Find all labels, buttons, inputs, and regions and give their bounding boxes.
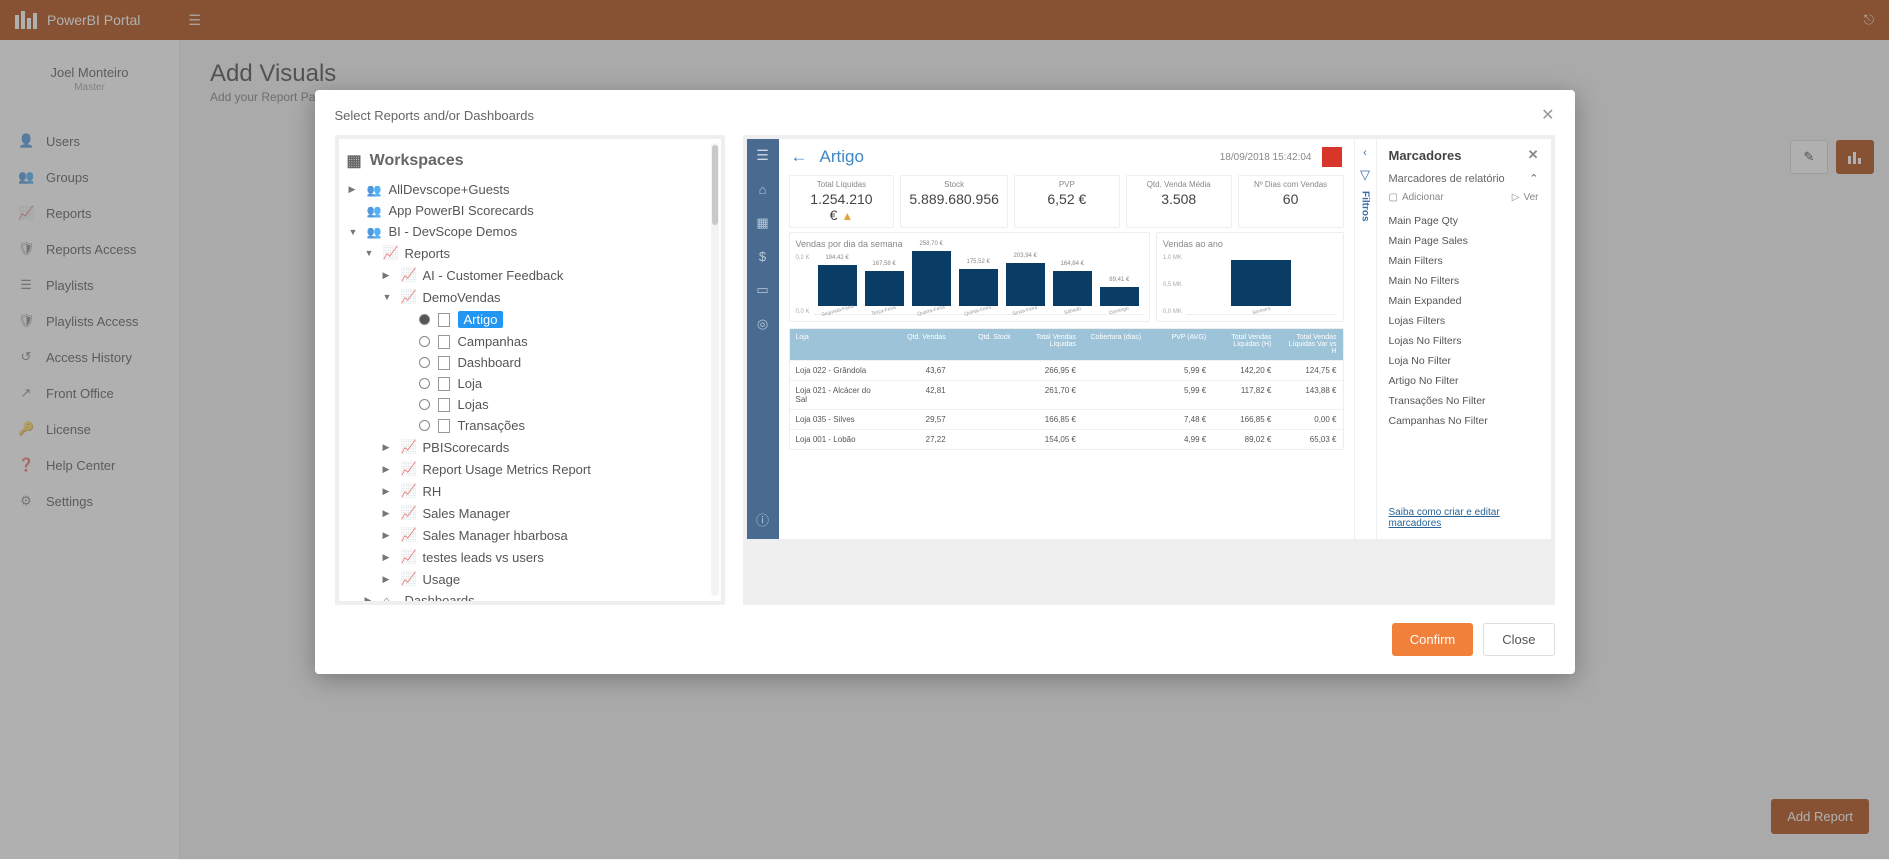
dashboards-folder[interactable]: ▶⌂Dashboards (347, 590, 709, 605)
report-testes[interactable]: ▶📈testes leads vs users (347, 546, 709, 568)
bookmark-item[interactable]: Lojas No Filters (1389, 331, 1539, 351)
bookmarks-subtitle: Marcadores de relatório (1389, 173, 1505, 185)
chart-weekday-sales: Vendas por dia da semana 0,2 K0,0 K 194,… (789, 232, 1150, 322)
kpi-card: PVP6,52 € (1014, 175, 1120, 228)
bookmark-item[interactable]: Artigo No Filter (1389, 371, 1539, 391)
report-page-transações[interactable]: Transações (347, 415, 709, 436)
chart-year-sales: Vendas ao ano 1,0 MK0,5 MK0,0 MK Senhora (1156, 232, 1344, 322)
chevron-left-icon: ‹ (1363, 147, 1367, 159)
report-pbiscorecards[interactable]: ▶📈PBIScorecards (347, 436, 709, 458)
report-page-lojas[interactable]: Lojas (347, 394, 709, 415)
modal-overlay: Select Reports and/or Dashboards ✕ ▦ Work… (0, 0, 1889, 859)
report-usage-metrics[interactable]: ▶📈Report Usage Metrics Report (347, 458, 709, 480)
ws-alldevscope[interactable]: ▶AllDevscope+Guests (347, 179, 709, 200)
confirm-button[interactable]: Confirm (1392, 623, 1474, 656)
report-page-loja[interactable]: Loja (347, 373, 709, 394)
modal-title: Select Reports and/or Dashboards (335, 108, 534, 123)
bookmarks-close-icon[interactable]: ✕ (1528, 147, 1539, 163)
chevron-up-icon[interactable]: ⌃ (1529, 172, 1538, 185)
ws-devscope[interactable]: ▼BI - DevScope Demos (347, 221, 709, 242)
report-demovendas[interactable]: ▼📈DemoVendas (347, 286, 709, 308)
close-button[interactable]: Close (1483, 623, 1554, 656)
bookmark-view[interactable]: ▷ Ver (1512, 192, 1539, 203)
kpi-card: Qtd. Venda Média3.508 (1126, 175, 1232, 228)
bookmark-item[interactable]: Main Expanded (1389, 291, 1539, 311)
nav-target-icon[interactable]: ◎ (757, 316, 768, 332)
bookmark-item[interactable]: Main Filters (1389, 251, 1539, 271)
report-salesmanager-hb[interactable]: ▶📈Sales Manager hbarbosa (347, 524, 709, 546)
table-row[interactable]: Loja 021 - Alcácer do Sal42,81261,70 €5,… (790, 380, 1343, 409)
workspaces-icon: ▦ (347, 151, 362, 171)
report-page-campanhas[interactable]: Campanhas (347, 331, 709, 352)
reports-folder[interactable]: ▼📈Reports (347, 242, 709, 264)
workspace-tree: ▦ Workspaces ▶AllDevscope+Guests App Powe… (335, 135, 725, 605)
store-table: LojaQtd. VendasQtd. StockTotal Vendas Lí… (789, 328, 1344, 450)
filters-panel-collapsed[interactable]: ‹ ▽ Filtros (1354, 139, 1376, 539)
report-logo (1322, 147, 1342, 167)
back-icon[interactable]: ← (791, 147, 808, 167)
report-rh[interactable]: ▶📈RH (347, 480, 709, 502)
report-nav: ☰ ⌂ ▦ $ ▭ ◎ ⓘ (747, 139, 779, 539)
bookmark-item[interactable]: Main Page Qty (1389, 211, 1539, 231)
tree-scrollbar[interactable] (711, 143, 719, 596)
bookmark-item[interactable]: Main Page Sales (1389, 231, 1539, 251)
table-row[interactable]: Loja 001 - Lobão27,22154,05 €4,99 €89,02… (790, 429, 1343, 449)
kpi-card: Nº Dias com Vendas60 (1238, 175, 1344, 228)
bookmark-item[interactable]: Transações No Filter (1389, 391, 1539, 411)
bookmarks-help-link[interactable]: Saiba como criar e editar marcadores (1389, 507, 1539, 529)
workspaces-header: Workspaces (370, 152, 464, 170)
ws-scorecards[interactable]: App PowerBI Scorecards (347, 200, 709, 221)
report-usage[interactable]: ▶📈Usage (347, 568, 709, 590)
bookmarks-title: Marcadores (1389, 148, 1462, 163)
bookmark-item[interactable]: Lojas Filters (1389, 311, 1539, 331)
table-row[interactable]: Loja 035 - Silves29,57166,85 €7,48 €166,… (790, 409, 1343, 429)
report-ai[interactable]: ▶📈AI - Customer Feedback (347, 264, 709, 286)
report-page-dashboard[interactable]: Dashboard (347, 352, 709, 373)
report-title: Artigo (820, 147, 864, 167)
filters-label: Filtros (1360, 191, 1371, 222)
bookmark-item[interactable]: Campanhas No Filter (1389, 411, 1539, 431)
filters-icon: ▽ (1360, 167, 1370, 183)
bookmark-item[interactable]: Loja No Filter (1389, 351, 1539, 371)
kpi-card: Stock5.889.680.956 (900, 175, 1008, 228)
modal: Select Reports and/or Dashboards ✕ ▦ Work… (315, 90, 1575, 674)
bookmarks-panel: Marcadores ✕ Marcadores de relatório ⌃ ▢… (1376, 139, 1551, 539)
nav-cal-icon[interactable]: ▦ (756, 215, 768, 231)
report-page-artigo[interactable]: Artigo (347, 308, 709, 331)
table-row[interactable]: Loja 022 - Grândola43,67266,95 €5,99 €14… (790, 360, 1343, 380)
bookmark-item[interactable]: Main No Filters (1389, 271, 1539, 291)
report-salesmanager[interactable]: ▶📈Sales Manager (347, 502, 709, 524)
nav-doc-icon[interactable]: ▭ (756, 282, 768, 298)
bookmark-add[interactable]: ▢ Adicionar (1389, 192, 1444, 203)
report-preview: ☰ ⌂ ▦ $ ▭ ◎ ⓘ ← Artigo 18/09/2018 15:42:0… (743, 135, 1555, 605)
nav-money-icon[interactable]: $ (759, 249, 766, 264)
nav-home-icon[interactable]: ⌂ (759, 182, 767, 197)
report-menu-icon[interactable]: ☰ (756, 147, 769, 164)
kpi-card: Total Líquidas1.254.210 €▲ (789, 175, 895, 228)
nav-info-icon[interactable]: ⓘ (756, 510, 769, 529)
modal-close-icon[interactable]: ✕ (1541, 105, 1554, 125)
report-timestamp: 18/09/2018 15:42:04 (1220, 152, 1312, 163)
